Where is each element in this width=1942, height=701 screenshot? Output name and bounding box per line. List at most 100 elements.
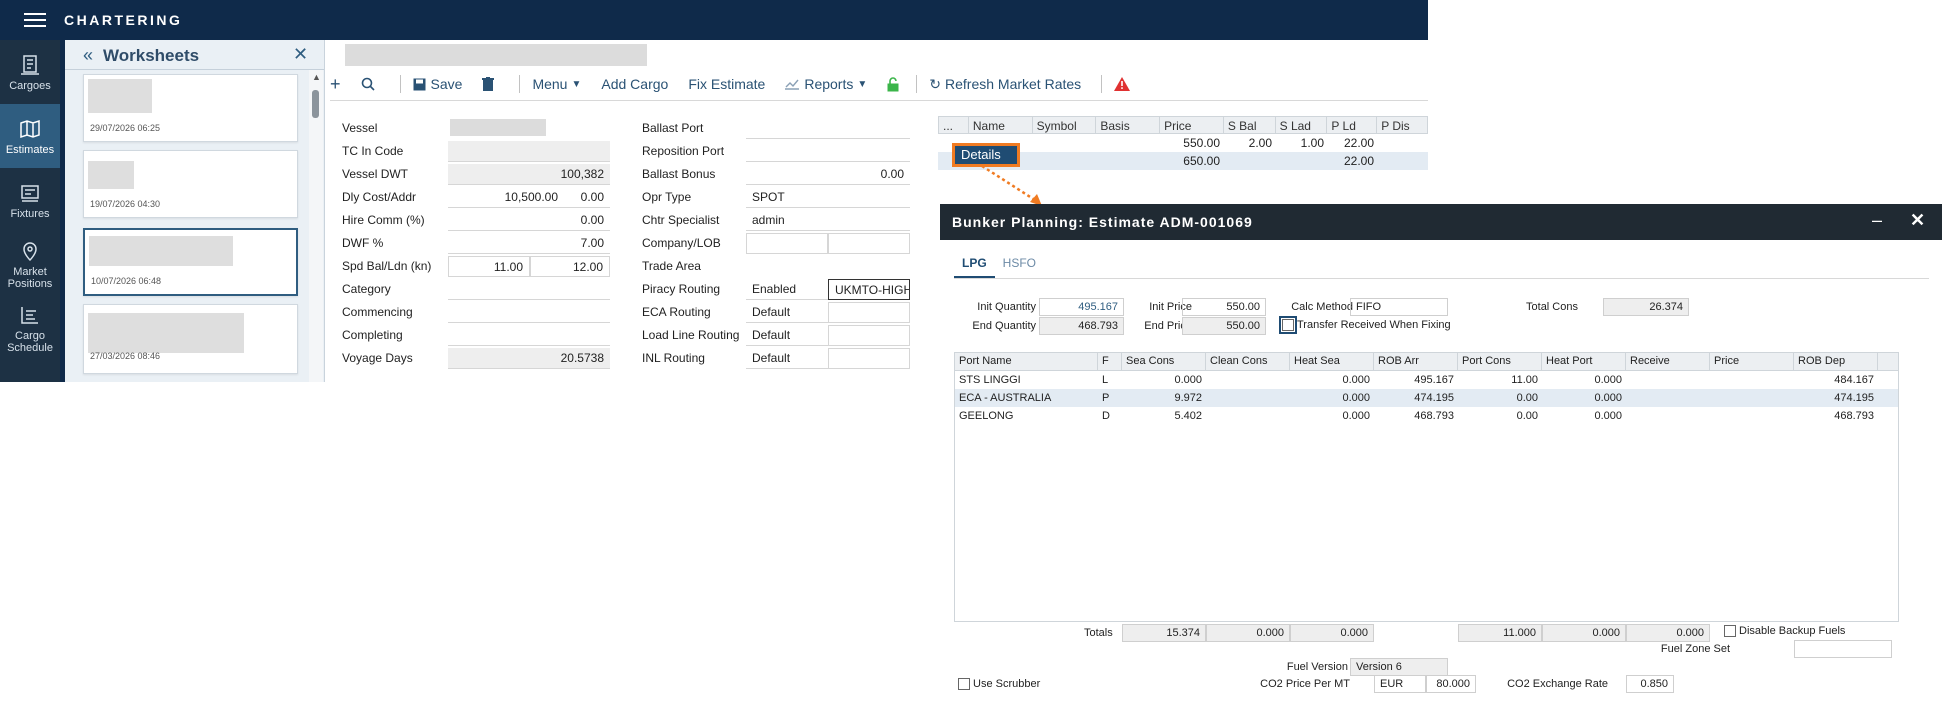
worksheet-card[interactable]: 29/07/2026 06:25	[83, 74, 298, 142]
company-field[interactable]	[746, 233, 828, 254]
load-line-routing-field[interactable]: Default	[746, 325, 828, 346]
dly-cost-field[interactable]: 10,500.00	[448, 187, 564, 208]
close-icon[interactable]: ✕	[293, 44, 308, 65]
spd-ldn-field[interactable]: 12.00	[530, 256, 610, 277]
eca-routing-field[interactable]: Default	[746, 302, 828, 323]
nav-fixtures[interactable]: Fixtures	[0, 168, 60, 232]
completing-field[interactable]	[448, 325, 610, 346]
worksheet-card-selected[interactable]: 10/07/2026 06:48	[83, 228, 298, 296]
voyage-days-field[interactable]: 20.5738	[448, 348, 610, 369]
column-header[interactable]: S Bal	[1224, 117, 1276, 133]
nav-market-positions[interactable]: Market Positions	[0, 232, 60, 296]
column-header[interactable]: ROB Dep	[1794, 353, 1878, 370]
piracy-routing-field[interactable]: Enabled	[746, 279, 828, 300]
minimize-icon[interactable]: –	[1872, 210, 1882, 231]
column-header[interactable]: Price	[1160, 117, 1224, 133]
fix-estimate-button[interactable]: Fix Estimate	[688, 76, 765, 92]
fuel-version-select[interactable]: Version 6	[1350, 658, 1448, 676]
column-header[interactable]: P Dis	[1377, 117, 1427, 133]
dly-addr-field[interactable]: 0.00	[564, 187, 610, 208]
collapse-panel-icon[interactable]: «	[83, 45, 93, 66]
table-row[interactable]: ECA - AUSTRALIA P 9.972 0.000 474.195 0.…	[955, 389, 1898, 407]
table-row[interactable]: STS LINGGI L 0.000 0.000 495.167 11.00 0…	[955, 371, 1898, 389]
column-header[interactable]: ROB Arr	[1374, 353, 1458, 370]
vessel-dwt-field[interactable]: 100,382	[448, 164, 610, 185]
column-header[interactable]: Name	[969, 117, 1033, 133]
opr-type-field[interactable]: SPOT	[746, 187, 910, 208]
unlocked-icon[interactable]	[887, 76, 904, 92]
search-icon[interactable]	[361, 77, 380, 91]
eca-routing-secondary-field[interactable]	[828, 302, 910, 323]
inl-routing-secondary-field[interactable]	[828, 348, 910, 369]
column-header[interactable]: P Ld	[1327, 117, 1378, 133]
column-header[interactable]: Port Cons	[1458, 353, 1542, 370]
calc-method-select[interactable]: FIFO	[1350, 298, 1448, 316]
column-header[interactable]: Clean Cons	[1206, 353, 1290, 370]
init-price-field[interactable]: 550.00	[1182, 298, 1266, 316]
scroll-up-icon[interactable]: ▲	[312, 72, 321, 82]
dwf-field[interactable]: 7.00	[448, 233, 610, 254]
add-cargo-button[interactable]: Add Cargo	[601, 76, 668, 92]
fuel-zone-set-field[interactable]	[1794, 640, 1892, 658]
lob-field[interactable]	[828, 233, 910, 254]
column-header[interactable]: Price	[1710, 353, 1794, 370]
inl-routing-field[interactable]: Default	[746, 348, 828, 369]
worksheet-card[interactable]: 19/07/2026 04:30	[83, 150, 298, 218]
column-header[interactable]: S Lad	[1276, 117, 1328, 133]
end-price-field[interactable]: 550.00	[1182, 317, 1266, 335]
price-cell	[1710, 389, 1794, 407]
nav-estimates[interactable]: Estimates	[0, 104, 60, 168]
nav-cargo-schedule[interactable]: Cargo Schedule	[0, 296, 60, 360]
tc-in-code-field[interactable]	[448, 141, 610, 162]
use-scrubber-checkbox[interactable]	[958, 678, 970, 691]
vessel-field[interactable]	[450, 119, 546, 136]
table-row[interactable]: GEELONG D 5.402 0.000 468.793 0.00 0.000…	[955, 407, 1898, 425]
column-header[interactable]: Basis	[1096, 117, 1161, 133]
spd-bal-field[interactable]: 11.00	[448, 256, 530, 277]
warning-icon[interactable]	[1114, 77, 1135, 91]
piracy-routing-secondary-field[interactable]: UKMTO-HIGH	[828, 279, 910, 300]
commencing-field[interactable]	[448, 302, 610, 323]
tab-hsfo[interactable]: HSFO	[995, 256, 1044, 278]
hire-comm-field[interactable]: 0.00	[448, 210, 610, 231]
refresh-market-rates-button[interactable]: ↻ Refresh Market Rates	[929, 76, 1081, 93]
hamburger-menu-icon[interactable]	[24, 13, 46, 27]
ballast-bonus-field[interactable]: 0.00	[746, 164, 910, 185]
save-button[interactable]: Save	[413, 76, 462, 92]
ballast-port-field[interactable]	[746, 118, 910, 139]
co2-exchange-rate-field[interactable]: 0.850	[1626, 675, 1674, 693]
add-icon[interactable]: +	[330, 74, 341, 95]
end-quantity-label: End Quantity	[972, 320, 1036, 332]
reposition-port-field[interactable]	[746, 141, 910, 162]
menu-button[interactable]: Menu ▼	[532, 76, 581, 92]
load-line-secondary-field[interactable]	[828, 325, 910, 346]
column-header[interactable]: ...	[939, 117, 969, 133]
estimate-title-field[interactable]	[345, 44, 647, 66]
tab-lpg[interactable]: LPG	[954, 256, 995, 278]
nav-cargoes[interactable]: Cargoes	[0, 40, 60, 104]
column-header[interactable]: Symbol	[1033, 117, 1097, 133]
transfer-received-checkbox[interactable]	[1279, 316, 1297, 335]
category-field[interactable]	[448, 279, 610, 300]
column-header[interactable]: Heat Sea	[1290, 353, 1374, 370]
column-header[interactable]: Port Name	[955, 353, 1098, 370]
total-sea-cons: 15.374	[1122, 624, 1206, 642]
worksheet-card[interactable]: 27/03/2026 08:46	[83, 304, 298, 374]
worksheets-panel: « Worksheets ✕ 29/07/2026 06:25 19/07/20…	[65, 40, 325, 382]
column-header[interactable]: F	[1098, 353, 1122, 370]
chtr-specialist-field[interactable]: admin	[746, 210, 910, 231]
column-header[interactable]: Heat Port	[1542, 353, 1626, 370]
worksheets-scrollbar[interactable]: ▲	[309, 70, 323, 382]
co2-currency-select[interactable]: EUR	[1374, 675, 1426, 693]
delete-button[interactable]	[482, 77, 499, 91]
init-quantity-field[interactable]: 495.167	[1039, 298, 1124, 316]
co2-price-field[interactable]: 80.000	[1426, 675, 1476, 693]
scrollbar-thumb[interactable]	[312, 90, 319, 118]
end-quantity-field[interactable]: 468.793	[1039, 317, 1124, 335]
reports-button[interactable]: Reports ▼	[785, 76, 867, 92]
column-header[interactable]: Sea Cons	[1122, 353, 1206, 370]
disable-backup-checkbox[interactable]	[1724, 625, 1736, 638]
column-header[interactable]: Receive	[1626, 353, 1710, 370]
close-icon[interactable]: ✕	[1910, 210, 1925, 231]
app-title: CHARTERING	[64, 12, 183, 28]
